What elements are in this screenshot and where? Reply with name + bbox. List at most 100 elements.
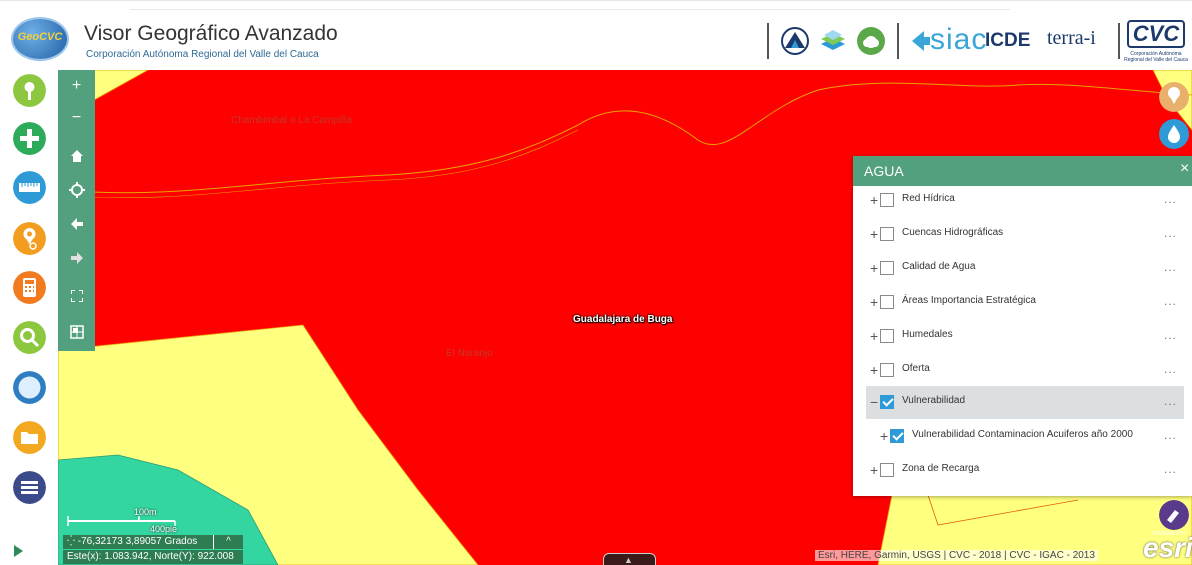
home-icon xyxy=(70,150,83,162)
search-icon[interactable] xyxy=(13,321,46,354)
chevron-up-icon: ▲ xyxy=(624,555,633,565)
left-toolbar xyxy=(0,70,58,565)
more-options-icon[interactable]: ... xyxy=(1164,394,1177,408)
more-options-icon[interactable]: ... xyxy=(1164,362,1177,376)
sublayer-item[interactable]: + Vulnerabilidad Contaminacion Acuiferos… xyxy=(866,420,1184,453)
layer-checkbox[interactable] xyxy=(880,363,894,377)
map-pin-icon[interactable] xyxy=(1159,82,1189,112)
expand-icon[interactable]: + xyxy=(870,462,878,478)
expand-icon[interactable]: + xyxy=(870,260,878,276)
overview-button[interactable] xyxy=(58,316,95,348)
layer-checkbox[interactable] xyxy=(880,463,894,477)
close-icon[interactable]: × xyxy=(1180,160,1189,178)
map-label-naranjo: El Naranjo xyxy=(446,348,493,359)
calculator-icon[interactable] xyxy=(13,271,46,304)
overview-map-icon xyxy=(69,325,84,339)
map-label-buga: Guadalajara de Buga xyxy=(573,314,673,325)
water-drop-icon[interactable] xyxy=(1159,119,1189,149)
app: GeoCVC Visor Geográfico Avanzado Corpora… xyxy=(0,0,1192,565)
folder-icon[interactable] xyxy=(13,421,46,454)
esri-powered-by: POWERED BY xyxy=(1152,531,1186,537)
home-button[interactable] xyxy=(58,140,95,172)
layer-item[interactable]: + Cuencas Hidrográficas ... xyxy=(866,218,1184,251)
scale-imperial-label: 400pie xyxy=(150,524,178,534)
layer-label: Cuencas Hidrográficas xyxy=(902,227,1004,238)
crosshair-icon xyxy=(68,182,85,198)
fullscreen-icon xyxy=(69,289,84,303)
panel-header: AGUA × xyxy=(853,156,1192,186)
layer-checkbox[interactable] xyxy=(880,261,894,275)
mountain-icon[interactable] xyxy=(780,26,810,56)
layer-item-selected[interactable]: − Vulnerabilidad ... xyxy=(866,386,1184,419)
geocvc-logo[interactable]: GeoCVC xyxy=(13,19,67,59)
next-extent-button[interactable] xyxy=(58,242,95,274)
pin-icon[interactable] xyxy=(13,74,46,107)
play-icon[interactable] xyxy=(14,545,23,557)
layers-icon[interactable] xyxy=(818,26,848,56)
layer-checkbox[interactable] xyxy=(880,295,894,309)
layer-label: Vulnerabilidad xyxy=(902,395,966,406)
more-options-icon[interactable]: ... xyxy=(1164,294,1177,308)
expand-icon[interactable]: + xyxy=(870,362,878,378)
layer-label: Calidad de Agua xyxy=(902,261,976,272)
circle-icon[interactable] xyxy=(13,371,46,404)
scale-metric-label: 100m xyxy=(134,507,157,517)
more-options-icon[interactable]: ... xyxy=(1164,328,1177,342)
app-title: Visor Geográfico Avanzado xyxy=(84,22,338,45)
layer-label: Zona de Recarga xyxy=(902,463,980,474)
more-options-icon[interactable]: ... xyxy=(1164,428,1177,442)
layer-label: Oferta xyxy=(902,363,930,374)
fullscreen-button[interactable] xyxy=(58,280,95,312)
layer-label: Humedales xyxy=(902,329,953,340)
layer-label: Áreas Importancia Estratégica xyxy=(902,295,1036,306)
layer-checkbox[interactable] xyxy=(880,329,894,343)
layer-item[interactable]: + Oferta ... xyxy=(866,354,1184,387)
layer-checkbox[interactable] xyxy=(880,395,894,409)
expand-icon[interactable]: + xyxy=(870,226,878,242)
expand-icon[interactable]: + xyxy=(870,328,878,344)
layer-item[interactable]: + Áreas Importancia Estratégica ... xyxy=(866,286,1184,319)
coordinates-expand-button[interactable]: ^ xyxy=(213,535,243,549)
expand-icon[interactable]: + xyxy=(880,428,888,444)
layer-item[interactable]: + Humedales ... xyxy=(866,320,1184,353)
map-label-chambimbal: Chambimbal o La Campiña xyxy=(231,115,353,126)
collapse-icon[interactable]: − xyxy=(870,394,878,410)
header: GeoCVC Visor Geográfico Avanzado Corpora… xyxy=(0,0,1192,70)
more-options-icon[interactable]: ... xyxy=(1164,226,1177,240)
arrow-right-icon xyxy=(70,252,83,264)
app-subtitle: Corporación Autónoma Regional del Valle … xyxy=(86,49,319,60)
plus-icon[interactable] xyxy=(13,122,46,155)
header-divider xyxy=(130,9,1010,10)
zoom-out-button[interactable]: − xyxy=(58,102,95,134)
bottom-panel-toggle[interactable]: ▲ xyxy=(603,553,656,565)
layer-checkbox[interactable] xyxy=(890,429,904,443)
crosshair-small-icon[interactable]: ⁛ xyxy=(67,536,78,547)
zoom-in-button[interactable]: + xyxy=(58,70,95,102)
weather-icon[interactable] xyxy=(856,26,886,56)
previous-extent-button[interactable] xyxy=(58,208,95,240)
layer-item[interactable]: + Red Hídrica ... xyxy=(866,184,1184,217)
icde-logo[interactable]: ICDE xyxy=(985,31,1030,51)
logo-text: GeoCVC xyxy=(17,31,63,43)
expand-icon[interactable]: + xyxy=(870,294,878,310)
locate-button[interactable] xyxy=(58,174,95,206)
edit-tool-icon[interactable] xyxy=(1159,500,1189,530)
more-options-icon[interactable]: ... xyxy=(1164,462,1177,476)
cvc-logo[interactable]: CVC xyxy=(1127,20,1185,48)
header-separator xyxy=(897,23,899,59)
terra-i-logo[interactable]: terra-i xyxy=(1047,27,1096,50)
map-navigation-panel: + − xyxy=(58,70,95,351)
layer-label: Vulnerabilidad Contaminacion Acuiferos a… xyxy=(912,429,1133,440)
layer-checkbox[interactable] xyxy=(880,227,894,241)
location-search-icon[interactable] xyxy=(13,222,46,255)
ruler-icon[interactable] xyxy=(13,171,46,204)
cvc-caption: Corporación Autónoma Regional del Valle … xyxy=(1124,51,1188,63)
layer-item[interactable]: + Calidad de Agua ... xyxy=(866,252,1184,285)
layer-checkbox[interactable] xyxy=(880,193,894,207)
layer-item[interactable]: + Zona de Recarga ... xyxy=(866,454,1184,487)
expand-icon[interactable]: + xyxy=(870,192,878,208)
more-options-icon[interactable]: ... xyxy=(1164,192,1177,206)
siac-logo[interactable]: siac xyxy=(930,25,987,55)
list-icon[interactable] xyxy=(13,471,46,504)
more-options-icon[interactable]: ... xyxy=(1164,260,1177,274)
